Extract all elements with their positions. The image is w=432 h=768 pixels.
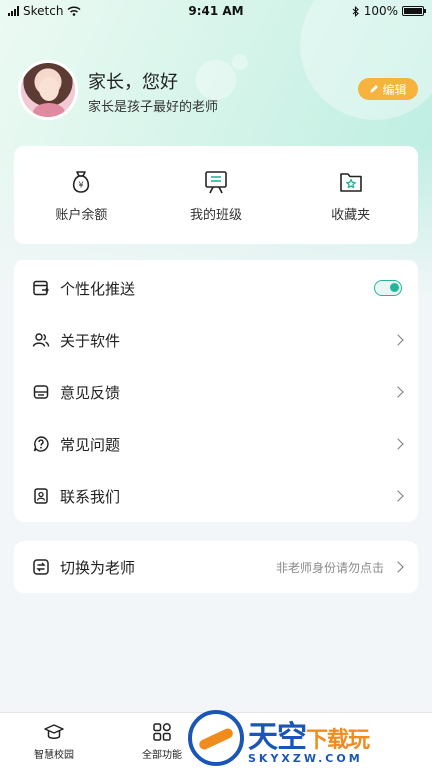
push-toggle[interactable] [374,280,402,296]
watermark-logo [188,710,244,766]
switch-role-card: 切换为老师 非老师身份请勿点击 [14,541,418,593]
site-watermark: 天空 下载玩 SKYXZW.COM [188,708,432,768]
quick-actions-card: ¥ 账户余额 我的班级 收藏夹 [14,146,418,244]
profile-subtitle: 家长是孩子最好的老师 [88,100,219,115]
signal-icon [8,6,19,16]
menu-item-contact[interactable]: 联系我们 [14,470,418,522]
bluetooth-icon [352,5,359,17]
decor-bubble [196,60,236,100]
menu-item-faq[interactable]: 常见问题 [14,418,418,470]
battery-percent: 100% [363,4,398,18]
chevron-right-icon [392,490,404,502]
switch-role-button[interactable]: 切换为老师 非老师身份请勿点击 [14,541,418,593]
switch-icon [32,558,50,576]
wifi-icon [67,6,81,16]
push-icon [32,279,50,297]
edit-profile-button[interactable]: 编辑 [358,78,418,100]
chevron-right-icon [392,334,404,346]
tab-label: 全部功能 [142,750,182,761]
greeting-text: 家长，您好 [88,72,178,93]
chevron-right-icon [392,386,404,398]
switch-role-label: 切换为老师 [60,558,136,577]
chevron-right-icon [392,438,404,450]
campus-icon [44,724,64,739]
menu-item-label: 常见问题 [60,435,121,454]
quick-my-class[interactable]: 我的班级 [149,146,284,244]
chevron-right-icon [392,561,404,573]
tab-label: 智慧校园 [34,750,74,761]
status-time: 9:41 AM [188,4,244,18]
money-bag-icon: ¥ [73,170,90,193]
quick-label: 我的班级 [190,207,243,223]
menu-item-label: 个性化推送 [60,279,136,298]
quick-label: 账户余额 [55,207,108,223]
battery-icon [402,6,426,16]
feedback-icon [32,383,50,401]
menu-item-feedback[interactable]: 意见反馈 [14,366,418,418]
carrier-name: Sketch [23,4,64,18]
quick-favorites[interactable]: 收藏夹 [283,146,418,244]
menu-item-about[interactable]: 关于软件 [14,314,418,366]
question-icon [32,435,50,453]
contact-icon [32,487,50,505]
watermark-url: SKYXZW.COM [248,751,363,765]
menu-item-label: 意见反馈 [60,383,121,402]
status-bar: Sketch 9:41 AM 100% [0,0,432,22]
users-icon [32,331,50,349]
settings-menu-card: 个性化推送 关于软件 意见反馈 常见问题 联系我们 [14,260,418,522]
favorites-folder-icon [339,172,362,192]
edit-button-label: 编辑 [382,82,407,97]
avatar[interactable] [18,60,78,120]
switch-role-hint: 非老师身份请勿点击 [275,560,384,575]
decor-bubble [232,54,248,70]
pencil-icon [370,85,379,93]
svg-text:¥: ¥ [79,180,84,189]
menu-item-push[interactable]: 个性化推送 [14,262,418,314]
quick-account-balance[interactable]: ¥ 账户余额 [14,146,149,244]
watermark-sub-text: 下载玩 [306,727,370,753]
grid-icon [153,723,171,741]
tab-smart-campus[interactable]: 智慧校园 [0,713,108,768]
menu-item-label: 联系我们 [60,487,121,506]
watermark-main-text: 天空 [248,719,307,755]
menu-item-label: 关于软件 [60,331,121,350]
quick-label: 收藏夹 [331,207,371,223]
class-board-icon [205,170,227,193]
